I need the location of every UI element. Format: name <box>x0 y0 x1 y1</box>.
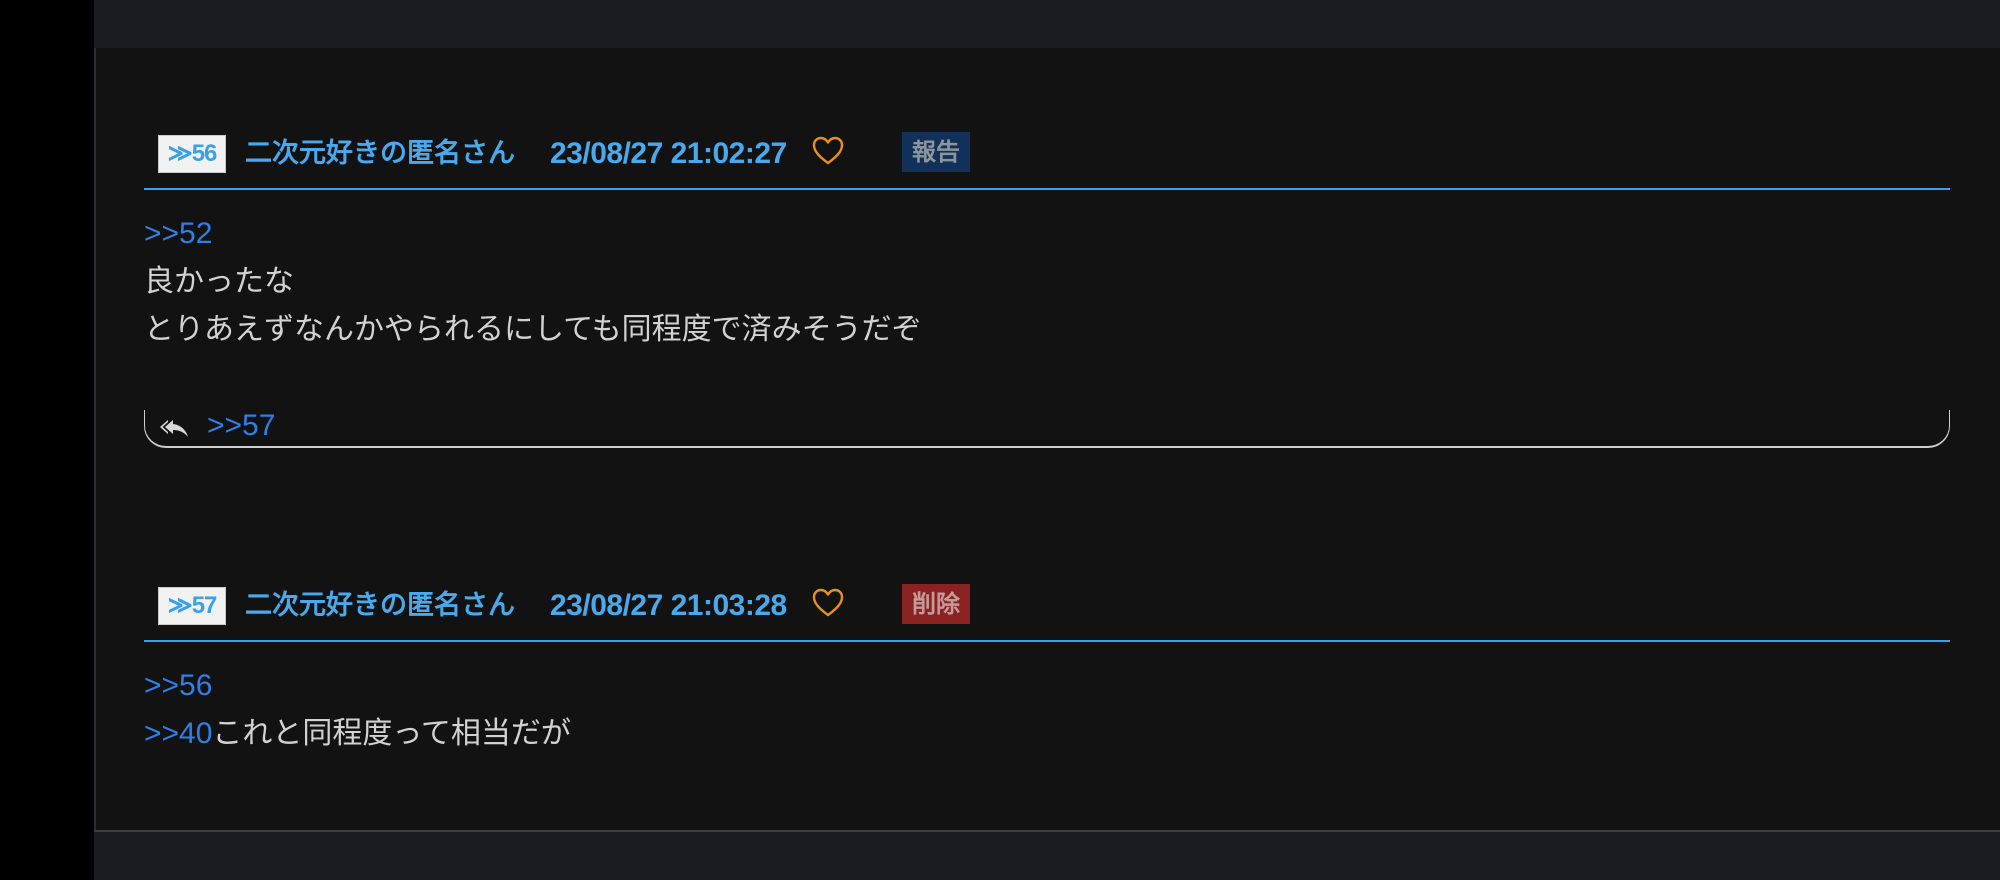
poster-name: 二次元好きの匿名さん <box>245 138 515 169</box>
top-bar <box>94 0 2000 48</box>
post-number-button[interactable]: ≫57 <box>158 587 226 625</box>
body-line: 良かったな <box>144 258 1950 306</box>
heart-outline-icon[interactable] <box>812 588 844 618</box>
body-line: とりあえずなんかやられるにしても同程度で済みそうだぞ <box>144 306 1950 354</box>
post-56: ≫56 二次元好きの匿名さん 23/08/27 21:02:27 報告 >>52… <box>144 132 1950 354</box>
post-body: >>56 >>40これと同程度って相当だが <box>144 642 1950 758</box>
report-button[interactable]: 報告 <box>902 132 970 172</box>
heart-outline-icon[interactable] <box>812 136 844 166</box>
body-text: とりあえずなんかやられるにしても同程度で済みそうだぞ <box>144 312 922 347</box>
body-text: これと同程度って相当だが <box>212 716 571 751</box>
anchor-link[interactable]: >>56 <box>144 669 212 702</box>
post-timestamp: 23/08/27 21:03:28 <box>550 589 787 622</box>
anchor-link[interactable]: >>40 <box>144 717 212 750</box>
post-timestamp: 23/08/27 21:02:27 <box>550 137 787 170</box>
left-margin <box>0 0 94 878</box>
body-line: >>52 <box>144 210 1950 258</box>
replies-footer: >>57 <box>144 409 1950 448</box>
thread-panel: ≫56 二次元好きの匿名さん 23/08/27 21:02:27 報告 >>52… <box>94 48 2000 830</box>
post-body: >>52 良かったな とりあえずなんかやられるにしても同程度で済みそうだぞ <box>144 190 1950 354</box>
post-number-button[interactable]: ≫56 <box>158 135 226 173</box>
post-header: ≫56 二次元好きの匿名さん 23/08/27 21:02:27 報告 <box>144 132 1950 190</box>
poster-name: 二次元好きの匿名さん <box>245 590 515 621</box>
body-line: >>40これと同程度って相当だが <box>144 710 1950 758</box>
post-57: ≫57 二次元好きの匿名さん 23/08/27 21:03:28 削除 >>56… <box>144 584 1950 758</box>
post-header: ≫57 二次元好きの匿名さん 23/08/27 21:03:28 削除 <box>144 584 1950 642</box>
body-text: 良かったな <box>144 264 294 299</box>
reply-link-57[interactable]: >>57 <box>207 406 275 446</box>
body-line: >>56 <box>144 662 1950 710</box>
delete-button[interactable]: 削除 <box>902 584 970 624</box>
bottom-bar <box>94 830 2000 880</box>
anchor-link[interactable]: >>52 <box>144 217 212 250</box>
reply-all-icon <box>160 420 188 437</box>
